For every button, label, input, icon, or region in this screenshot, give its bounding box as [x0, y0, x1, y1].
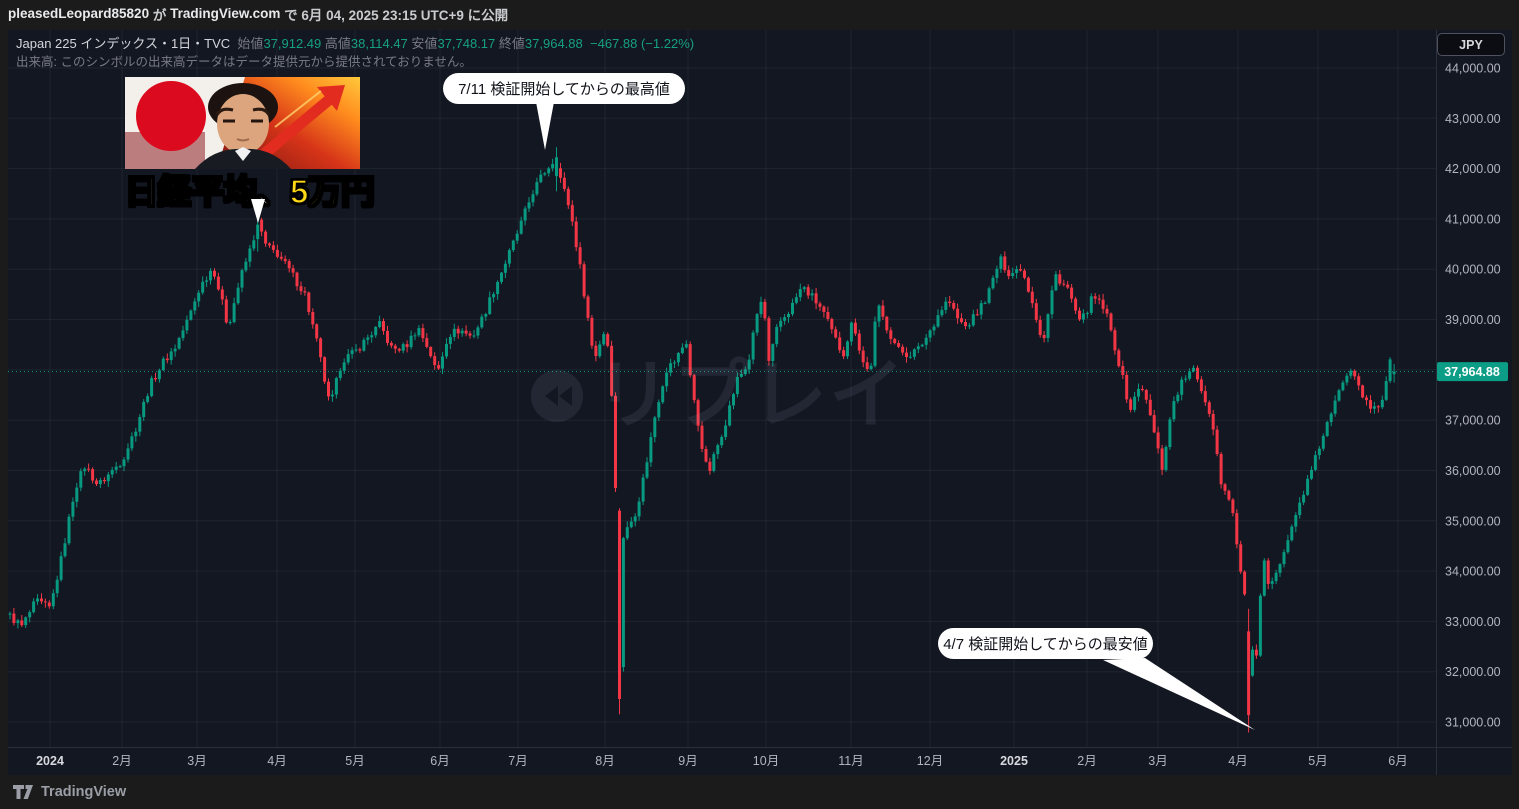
person-face: [217, 94, 269, 154]
chart-legend: Japan 225 インデックス・1日・TVC 始値37,912.49 高値38…: [16, 36, 694, 70]
svg-text:33,000.00: 33,000.00: [1445, 615, 1501, 629]
svg-text:37,000.00: 37,000.00: [1445, 414, 1501, 428]
callout-lowest-tail: [1101, 654, 1261, 734]
svg-text:12月: 12月: [917, 754, 943, 768]
publish-text: が: [149, 4, 170, 24]
svg-text:44,000.00: 44,000.00: [1445, 62, 1501, 76]
svg-text:40,000.00: 40,000.00: [1445, 263, 1501, 277]
open-value: 37,912.49: [263, 36, 321, 51]
publisher-username[interactable]: pleasedLeopard85820: [8, 6, 149, 21]
volume-note: 出来高: このシンボルの出来高データはデータ提供元から提供されておりません。: [16, 55, 694, 70]
callout-highest: 7/11 検証開始してからの最高値: [443, 73, 685, 104]
svg-text:11月: 11月: [838, 754, 863, 768]
currency-toggle-button[interactable]: JPY: [1437, 33, 1505, 56]
svg-text:4月: 4月: [1228, 754, 1247, 768]
svg-text:32,000.00: 32,000.00: [1445, 665, 1501, 679]
svg-text:4月: 4月: [267, 754, 286, 768]
svg-text:35,000.00: 35,000.00: [1445, 514, 1501, 528]
high-value: 38,114.47: [351, 36, 408, 51]
callout-highest-tail: [536, 102, 554, 150]
symbol-title[interactable]: Japan 225 インデックス・1日・TVC: [16, 36, 230, 51]
japan-flag-circle: [136, 81, 206, 151]
close-label: 終値: [499, 36, 525, 51]
change-value: −467.88 (−1.22%): [590, 36, 694, 51]
svg-text:5月: 5月: [345, 754, 364, 768]
thumbnail-pointer-icon: [251, 199, 265, 223]
svg-text:6月: 6月: [1388, 754, 1407, 768]
svg-text:2月: 2月: [112, 754, 131, 768]
publication-header: pleasedLeopard85820 が TradingView.com で …: [0, 0, 1519, 27]
low-value: 37,748.17: [437, 36, 495, 51]
svg-text:43,000.00: 43,000.00: [1445, 112, 1501, 126]
svg-text:9月: 9月: [678, 754, 697, 768]
high-label: 高値: [325, 36, 351, 51]
svg-text:2025: 2025: [1000, 754, 1028, 768]
close-value: 37,964.88: [525, 36, 583, 51]
svg-text:10月: 10月: [753, 754, 779, 768]
svg-text:41,000.00: 41,000.00: [1445, 212, 1501, 226]
footer: TradingView: [0, 775, 1519, 809]
svg-text:36,000.00: 36,000.00: [1445, 464, 1501, 478]
tradingview-logo-icon: [13, 784, 34, 800]
caption-highlight: 5万円: [290, 173, 374, 210]
svg-text:6月: 6月: [430, 754, 449, 768]
tradingview-site-link[interactable]: TradingView.com: [170, 6, 280, 21]
svg-text:3月: 3月: [187, 754, 206, 768]
thumbnail-image: [125, 77, 360, 169]
chart-panel: 44,000.00 43,000.00 42,000.00 41,000.00 40,0…: [8, 30, 1512, 775]
svg-text:34,000.00: 34,000.00: [1445, 565, 1501, 579]
svg-text:5月: 5月: [1308, 754, 1327, 768]
open-label: 始値: [237, 36, 263, 51]
svg-text:8月: 8月: [595, 754, 614, 768]
svg-text:31,000.00: 31,000.00: [1445, 716, 1501, 730]
svg-text:7月: 7月: [508, 754, 527, 768]
svg-text:39,000.00: 39,000.00: [1445, 313, 1501, 327]
svg-text:37,964.88: 37,964.88: [1444, 365, 1500, 379]
low-label: 安値: [411, 36, 437, 51]
tradingview-published-chart: pleasedLeopard85820 が TradingView.com で …: [0, 0, 1519, 809]
tradingview-brand-link[interactable]: TradingView: [41, 784, 126, 800]
svg-text:2024: 2024: [36, 754, 64, 768]
callout-lowest: 4/7 検証開始してからの最安値: [938, 628, 1153, 659]
publish-datetime: で 6月 04, 2025 23:15 UTC+9 に公開: [280, 4, 508, 24]
svg-text:3月: 3月: [1148, 754, 1167, 768]
svg-text:2月: 2月: [1077, 754, 1096, 768]
svg-text:42,000.00: 42,000.00: [1445, 162, 1501, 176]
